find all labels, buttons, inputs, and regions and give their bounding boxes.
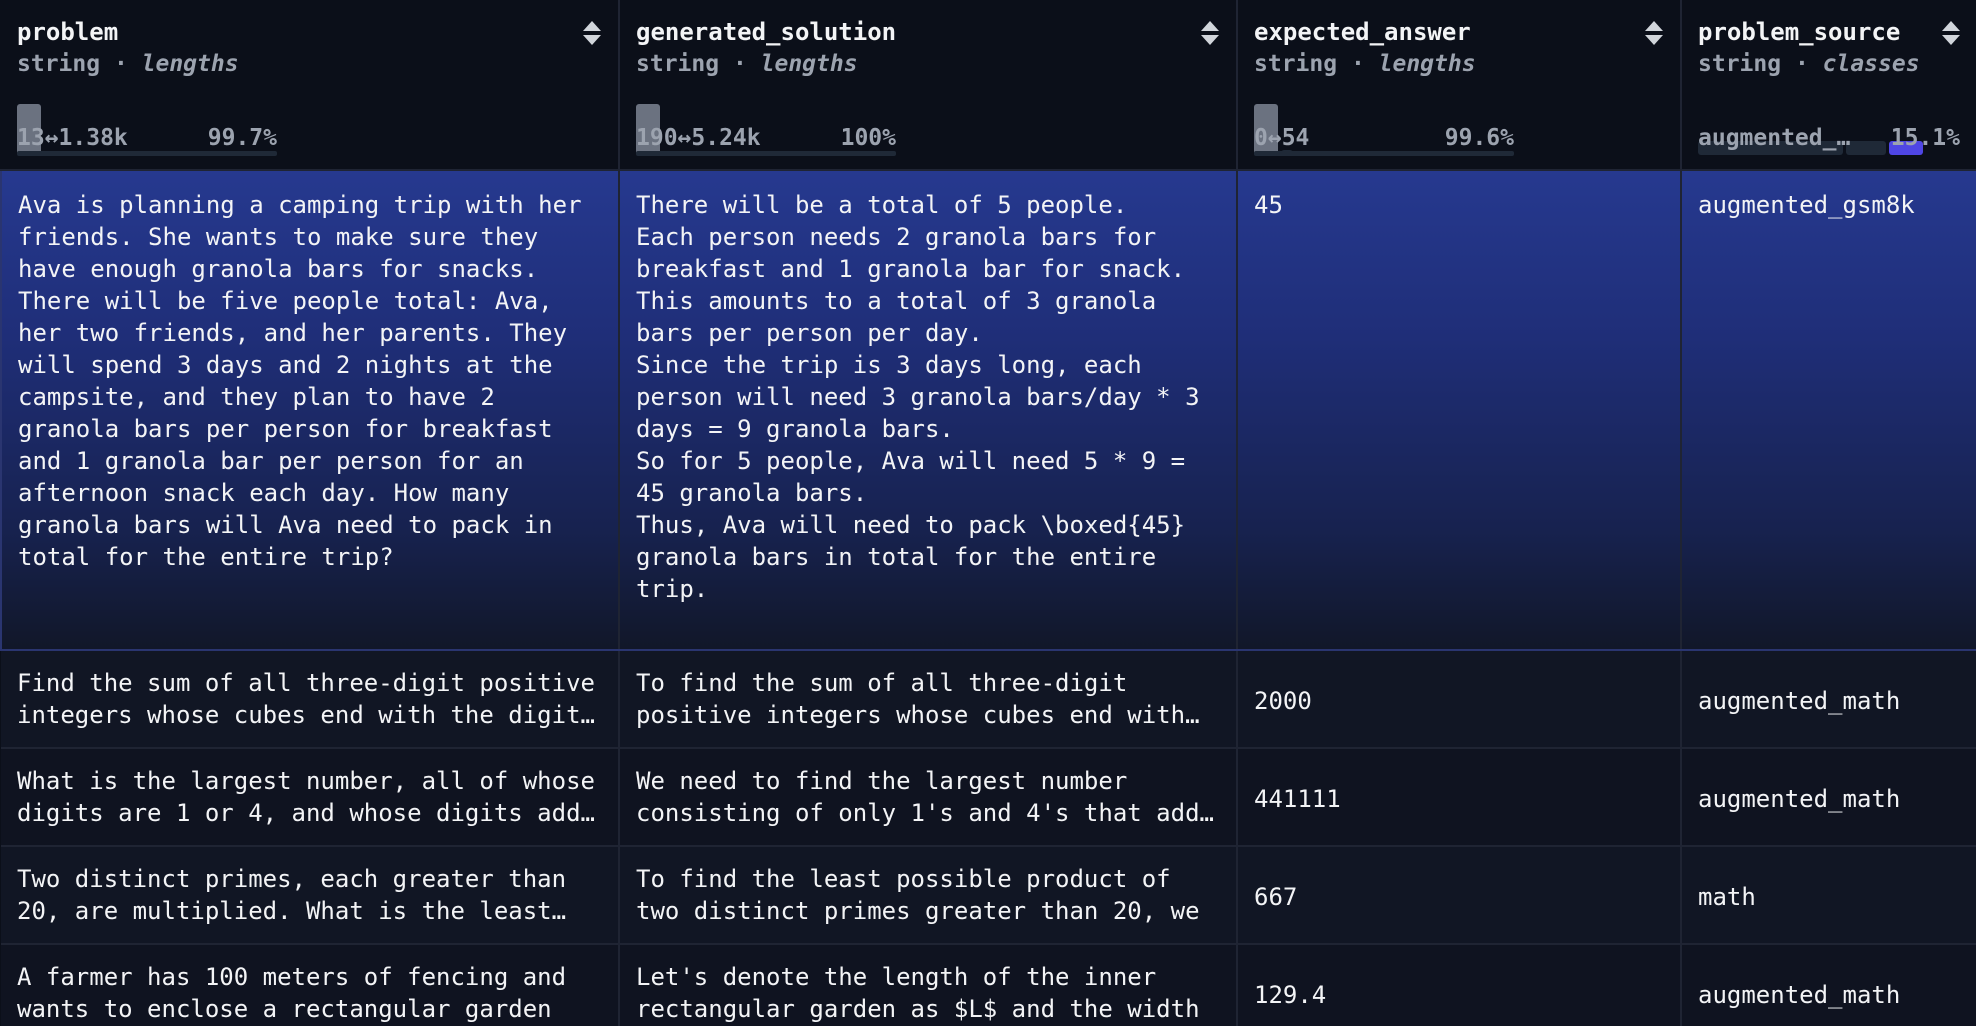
column-type: string · lengths [1254, 51, 1476, 77]
cell-expected-answer[interactable]: 129.4 [1237, 944, 1682, 1026]
table-row[interactable]: A farmer has 100 meters of fencing and w… [1, 944, 1976, 1026]
cell-expected-answer[interactable]: 441111 [1237, 748, 1682, 847]
cell-generated-solution[interactable]: There will be a total of 5 people. Each … [619, 170, 1238, 651]
column-type: string · lengths [636, 51, 858, 77]
table-row-selected[interactable]: Ava is planning a camping trip with her … [0, 170, 1976, 651]
cell-problem[interactable]: What is the largest number, all of whose… [1, 748, 620, 847]
length-percent: 99.7% [207, 125, 277, 151]
table-row[interactable]: Two distinct primes, each greater than 2… [1, 846, 1976, 945]
cell-problem-source[interactable]: augmented_math [1681, 748, 1976, 847]
cell-problem-source[interactable]: augmented_math [1681, 650, 1976, 749]
cell-problem-source[interactable]: augmented_gsm8k [1681, 170, 1976, 651]
cell-generated-solution[interactable]: We need to find the largest number consi… [619, 748, 1238, 847]
column-type: string · classes [1698, 51, 1920, 77]
class-labels: augmented_… 15.1% [1698, 124, 1960, 152]
length-range: 190↔5.24k [636, 125, 761, 151]
cell-generated-solution[interactable]: To find the sum of all three-digit posit… [619, 650, 1238, 749]
cell-expected-answer[interactable]: 2000 [1237, 650, 1682, 749]
histogram-labels: 13↔1.38k 99.7% [17, 124, 287, 152]
column-name: generated_solution [636, 18, 897, 46]
cell-problem-source[interactable]: augmented_math [1681, 944, 1976, 1026]
table-row[interactable]: Find the sum of all three-digit positive… [1, 650, 1976, 749]
column-header-expected-answer[interactable]: expected_answer string · lengths 0↔54 99… [1237, 0, 1682, 171]
dataset-viewer: problem string · lengths 13↔1.38k 99.7% [0, 0, 1976, 1026]
sort-icon[interactable] [1644, 18, 1664, 48]
data-table: problem string · lengths 13↔1.38k 99.7% [0, 0, 1976, 1026]
sort-icon[interactable] [1200, 18, 1220, 48]
column-header-problem-source[interactable]: problem_source string · classes augmente… [1681, 0, 1976, 171]
cell-generated-solution[interactable]: To find the least possible product of tw… [619, 846, 1238, 945]
class-percent: 15.1% [1890, 125, 1960, 151]
cell-problem-source[interactable]: math [1681, 846, 1976, 945]
cell-expected-answer[interactable]: 45 [1237, 170, 1682, 651]
column-name: expected_answer [1254, 18, 1471, 46]
column-type: string · lengths [17, 51, 239, 77]
header-row: problem string · lengths 13↔1.38k 99.7% [1, 0, 1976, 171]
length-percent: 100% [840, 125, 896, 151]
table-row[interactable]: What is the largest number, all of whose… [1, 748, 1976, 847]
column-header-problem[interactable]: problem string · lengths 13↔1.38k 99.7% [1, 0, 620, 171]
column-header-generated-solution[interactable]: generated_solution string · lengths 190↔… [619, 0, 1238, 171]
class-name: augmented_… [1698, 125, 1851, 151]
cell-generated-solution[interactable]: Let's denote the length of the inner rec… [619, 944, 1238, 1026]
length-range: 13↔1.38k [17, 125, 128, 151]
cell-problem[interactable]: Two distinct primes, each greater than 2… [1, 846, 620, 945]
cell-problem[interactable]: Find the sum of all three-digit positive… [1, 650, 620, 749]
sort-icon[interactable] [582, 18, 602, 48]
sort-icon[interactable] [1941, 18, 1961, 48]
length-percent: 99.6% [1444, 125, 1514, 151]
length-range: 0↔54 [1254, 125, 1310, 151]
column-name: problem_source [1698, 18, 1901, 46]
histogram-labels: 190↔5.24k 100% [636, 124, 906, 152]
cell-problem[interactable]: Ava is planning a camping trip with her … [0, 170, 620, 651]
cell-expected-answer[interactable]: 667 [1237, 846, 1682, 945]
cell-problem[interactable]: A farmer has 100 meters of fencing and w… [1, 944, 620, 1026]
column-name: problem [17, 18, 119, 46]
histogram-labels: 0↔54 99.6% [1254, 124, 1524, 152]
